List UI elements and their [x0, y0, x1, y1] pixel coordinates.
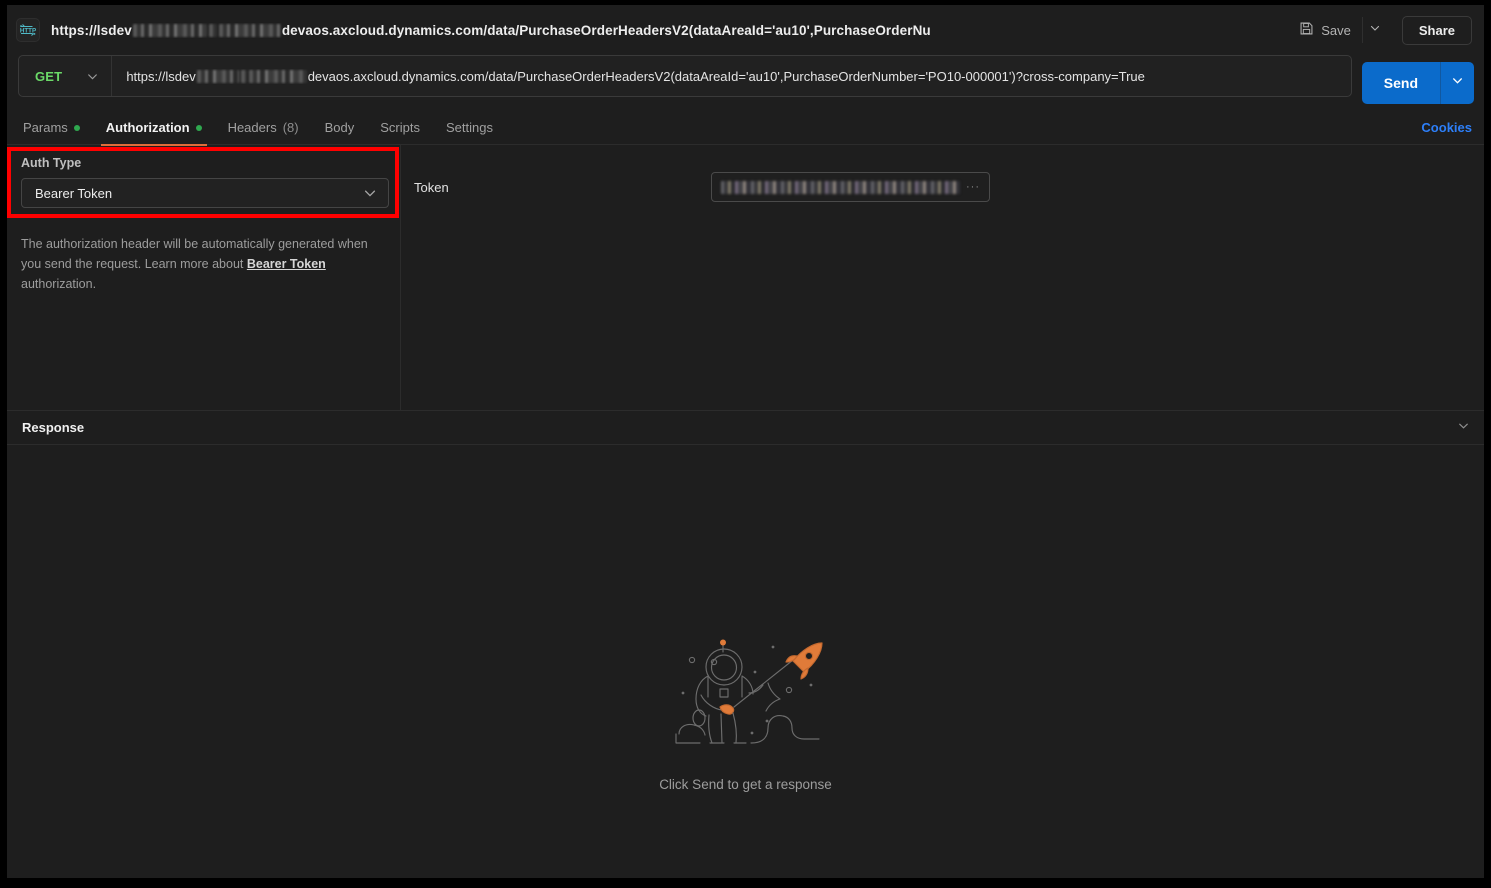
floppy-disk-icon	[1299, 21, 1314, 39]
auth-values-column: Token ···	[401, 145, 1484, 410]
http-method-selector[interactable]: GET	[19, 56, 113, 96]
modified-dot-icon	[195, 124, 202, 131]
token-overflow-indicator: ···	[966, 181, 980, 193]
bearer-token-docs-link[interactable]: Bearer Token	[247, 257, 326, 271]
chevron-down-icon	[1451, 74, 1464, 92]
auth-type-value: Bearer Token	[35, 185, 113, 201]
modified-dot-icon	[73, 124, 80, 131]
redacted-url-segment-2	[240, 69, 247, 83]
redacted-url-segment-1	[196, 69, 239, 83]
postman-window: HTTP https://lsdev devaos.axcloud.dynami…	[7, 5, 1484, 878]
chevron-down-icon	[363, 186, 377, 200]
response-body: Click Send to get a response	[7, 445, 1484, 878]
url-suffix: devaos.axcloud.dynamics.com/data/Purchas…	[307, 68, 1145, 84]
response-empty-message: Click Send to get a response	[659, 777, 832, 792]
tab-headers[interactable]: Headers (8)	[215, 111, 312, 145]
request-title: https://lsdev devaos.axcloud.dynamics.co…	[51, 23, 931, 38]
url-input-wrapper: GET https://lsdev devaos.axcloud.dynamic…	[18, 55, 1352, 97]
token-label: Token	[414, 179, 449, 195]
authorization-panel: Auth Type Bearer Token The authorization…	[7, 145, 1484, 411]
token-input[interactable]: ···	[711, 172, 990, 202]
redacted-url-segment-3	[248, 69, 307, 83]
astronaut-with-rocket-kite-icon	[674, 639, 823, 744]
title-bar: HTTP https://lsdev devaos.axcloud.dynami…	[7, 5, 1484, 55]
chevron-down-icon	[1457, 419, 1470, 437]
send-button-group: Send	[1361, 62, 1474, 104]
auth-type-select[interactable]: Bearer Token	[21, 178, 389, 208]
tab-authorization-label: Authorization	[105, 120, 190, 135]
redacted-token-value	[721, 180, 960, 194]
url-input[interactable]: https://lsdev devaos.axcloud.dynamics.co…	[112, 69, 1350, 84]
tab-scripts-label: Scripts	[380, 120, 420, 135]
response-title: Response	[22, 420, 85, 435]
url-prefix: https://lsdev	[126, 68, 196, 84]
auth-help-text: The authorization header will be automat…	[21, 234, 387, 294]
tab-headers-count: (8)	[282, 120, 299, 135]
send-button[interactable]: Send	[1361, 62, 1440, 104]
send-dropdown-button[interactable]	[1440, 62, 1474, 104]
tab-params-label: Params	[23, 120, 68, 135]
response-collapse-button[interactable]	[1457, 419, 1470, 437]
redacted-host-segment-2	[208, 23, 217, 37]
title-bar-actions: Save Share	[1290, 15, 1472, 45]
redacted-host-segment-1	[132, 23, 207, 37]
share-button[interactable]: Share	[1401, 15, 1472, 45]
auth-help-text-part2: authorization.	[21, 277, 97, 291]
response-header: Response	[7, 411, 1484, 445]
svg-text:HTTP: HTTP	[20, 28, 36, 35]
tab-body-label: Body	[324, 120, 355, 135]
http-method-label: GET	[35, 68, 63, 84]
request-title-prefix: https://lsdev	[51, 22, 132, 38]
chevron-down-icon	[86, 70, 99, 83]
tab-settings[interactable]: Settings	[433, 111, 506, 145]
token-field-row: Token ···	[414, 172, 1464, 202]
request-tabs: Params Authorization Headers (8) Body Sc…	[7, 111, 1484, 146]
save-dropdown-button[interactable]	[1361, 17, 1388, 43]
auth-type-label: Auth Type	[21, 156, 82, 170]
auth-type-field: Auth Type Bearer Token	[21, 156, 389, 208]
request-title-suffix: devaos.axcloud.dynamics.com/data/Purchas…	[281, 22, 931, 38]
tab-settings-label: Settings	[445, 120, 493, 135]
auth-config-column: Auth Type Bearer Token The authorization…	[7, 145, 401, 410]
tab-body[interactable]: Body	[312, 111, 368, 145]
save-label: Save	[1321, 22, 1351, 38]
response-empty-state: Click Send to get a response	[7, 623, 1484, 792]
url-bar: GET https://lsdev devaos.axcloud.dynamic…	[7, 55, 1484, 111]
cookies-link[interactable]: Cookies	[1421, 120, 1472, 135]
tab-params[interactable]: Params	[18, 111, 93, 145]
save-button[interactable]: Save	[1290, 16, 1360, 44]
redacted-host-segment-3	[218, 23, 281, 37]
tab-authorization[interactable]: Authorization	[93, 111, 215, 146]
chevron-down-icon	[1369, 21, 1381, 39]
tab-headers-label: Headers	[227, 120, 277, 135]
http-protocol-icon: HTTP	[16, 18, 40, 42]
tab-scripts[interactable]: Scripts	[367, 111, 433, 145]
